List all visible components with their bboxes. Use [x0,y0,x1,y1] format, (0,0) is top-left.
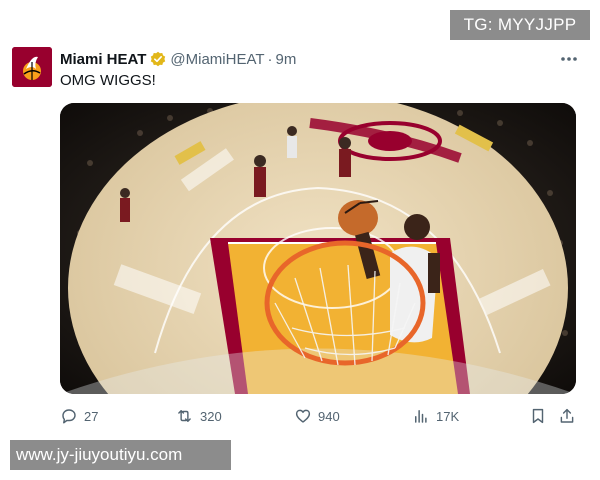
like-button[interactable]: 940 [294,405,340,427]
author-handle[interactable]: @MiamiHEAT [170,51,264,68]
tweet-header: Miami HEAT @MiamiHEAT · 9m [60,49,296,69]
timestamp[interactable]: 9m [276,51,297,68]
retweet-button[interactable]: 320 [175,405,222,427]
bookmark-icon [532,408,544,424]
views-button[interactable]: 17K [412,405,459,427]
tweet-actions-bar: 27 320 940 17K [60,405,580,427]
reply-button[interactable]: 27 [60,405,98,427]
tweet-text: OMG WIGGS! [60,72,156,89]
retweet-count: 320 [200,408,222,424]
tweet-media-image[interactable] [60,103,576,394]
share-button[interactable] [558,405,582,427]
analytics-bar-icon [415,410,427,423]
author-name[interactable]: Miami HEAT [60,51,146,68]
miami-heat-logo-icon [12,47,52,87]
more-dots-icon [561,57,577,61]
view-count: 17K [436,408,460,424]
like-count: 940 [318,408,340,424]
heart-icon [295,409,311,423]
basketball-dunk-photo [60,103,576,394]
separator-dot: · [267,50,273,68]
verified-badge-icon [150,51,166,67]
share-upload-icon [560,408,574,423]
bookmark-button[interactable] [529,405,553,427]
avatar[interactable] [12,47,52,87]
reply-icon [62,409,76,424]
watermark-top: TG: MYYJJPP [450,10,590,40]
more-options-button[interactable] [558,50,580,68]
retweet-icon [178,410,191,422]
watermark-bottom: www.jy-jiuyoutiyu.com [10,440,231,470]
reply-count: 27 [84,408,99,424]
